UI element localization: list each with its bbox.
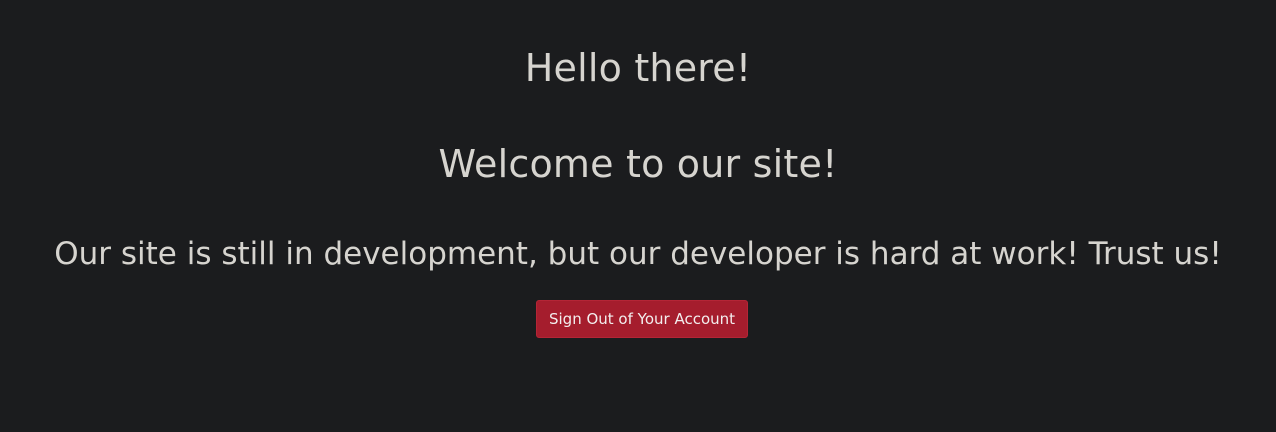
welcome-heading: Welcome to our site! bbox=[438, 142, 838, 186]
development-notice: Our site is still in development, but ou… bbox=[54, 236, 1222, 272]
actions-container: Sign Out of Your Account bbox=[0, 300, 1276, 338]
greeting-heading: Hello there! bbox=[524, 46, 752, 90]
landing-page: Hello there! Welcome to our site! Our si… bbox=[0, 0, 1276, 432]
sign-out-button[interactable]: Sign Out of Your Account bbox=[535, 300, 749, 338]
